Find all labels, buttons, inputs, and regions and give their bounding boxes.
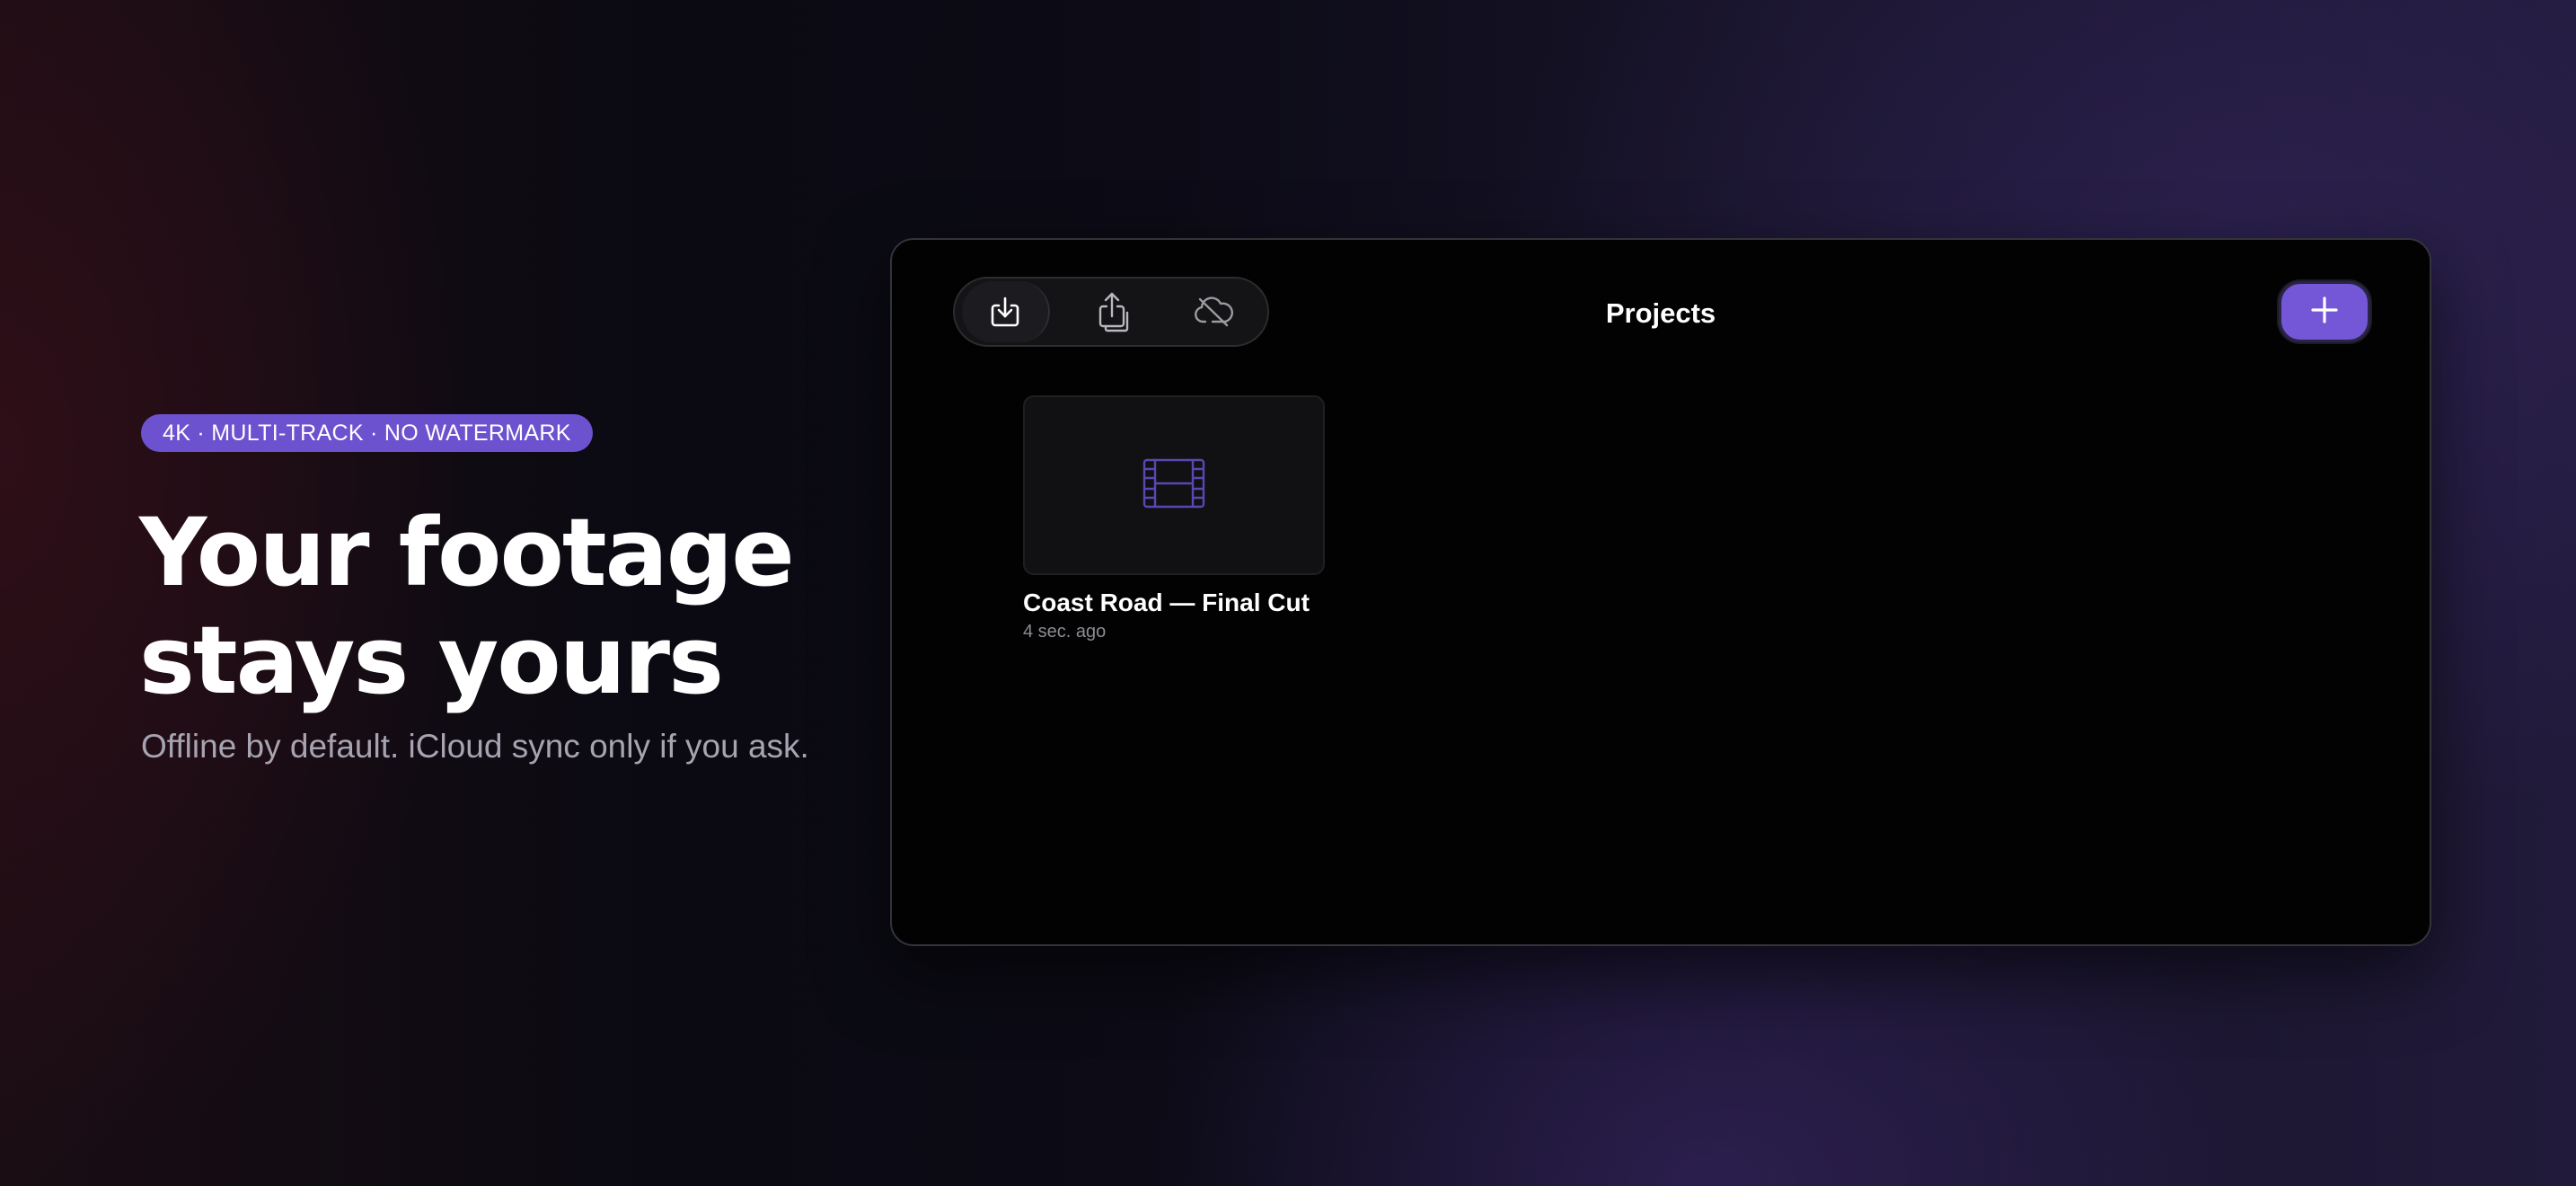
app-window: Projects Coast Road — Final Cut 4 sec. a… bbox=[890, 238, 2431, 946]
project-thumbnail[interactable] bbox=[1023, 395, 1325, 575]
feature-badge: 4K · MULTI-TRACK · NO WATERMARK bbox=[141, 414, 593, 452]
plus-icon bbox=[2309, 295, 2340, 330]
project-card[interactable]: Coast Road — Final Cut 4 sec. ago bbox=[1023, 395, 1325, 643]
add-project-button[interactable] bbox=[2279, 281, 2370, 342]
hero-headline: Your footage stays yours bbox=[139, 498, 795, 715]
window-title: Projects bbox=[1605, 297, 1716, 329]
film-icon bbox=[1142, 458, 1205, 513]
project-modified-time: 4 sec. ago bbox=[1023, 622, 1107, 642]
hero-subline: Offline by default. iCloud sync only if … bbox=[141, 728, 809, 765]
project-name: Coast Road — Final Cut bbox=[1023, 589, 1310, 616]
